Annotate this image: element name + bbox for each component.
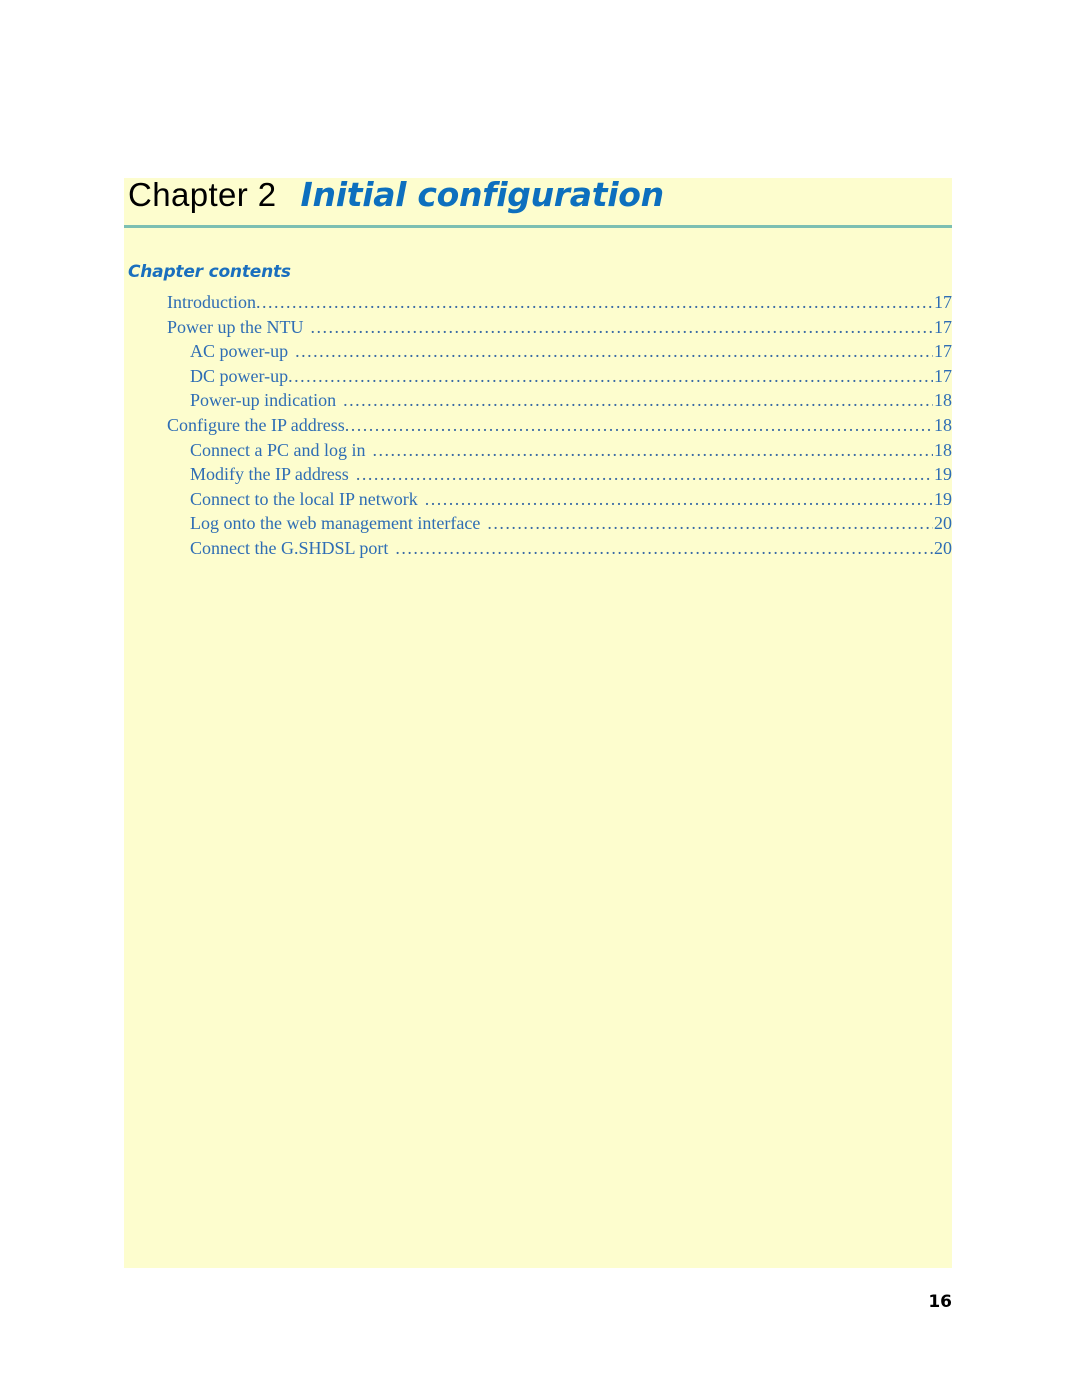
toc-entry[interactable]: Power-up indication.....................… bbox=[124, 390, 952, 415]
toc-entry-label: Introduction bbox=[167, 292, 256, 312]
toc-entry-page-number: 20 bbox=[934, 537, 952, 558]
toc-entry[interactable]: AC power-up.............................… bbox=[124, 341, 952, 366]
page-title: Initial configuration bbox=[300, 175, 665, 214]
toc-entry-label: DC power-up bbox=[190, 365, 289, 386]
toc-leader-dots: ........................................… bbox=[288, 365, 933, 386]
chapter-content-panel: Chapter 2 Initial configuration Chapter … bbox=[124, 178, 952, 1268]
toc-entry[interactable]: Log onto the web management interface...… bbox=[124, 513, 952, 538]
toc-leader-dots: ........................................… bbox=[424, 488, 933, 509]
heading-divider bbox=[124, 225, 952, 228]
toc-leader-dots: ........................................… bbox=[487, 513, 933, 534]
table-of-contents: Introduction............................… bbox=[124, 292, 952, 563]
toc-entry[interactable]: Configure the IP address................… bbox=[124, 415, 952, 440]
toc-entry[interactable]: Connect the G.SHDSL port................… bbox=[124, 538, 952, 563]
toc-entry-page-number: 17 bbox=[934, 341, 952, 362]
toc-leader-dots: ........................................… bbox=[310, 316, 933, 337]
chapter-heading: Chapter 2 Initial configuration bbox=[124, 178, 952, 224]
chapter-number-label: Chapter 2 bbox=[128, 176, 277, 213]
toc-entry-page-number: 20 bbox=[934, 513, 952, 534]
toc-entry-page-number: 19 bbox=[934, 464, 952, 485]
toc-leader-dots: ........................................… bbox=[255, 292, 933, 312]
toc-entry-page-number: 18 bbox=[934, 390, 952, 411]
toc-entry-label: Log onto the web management interface bbox=[190, 513, 481, 534]
toc-entry-page-number: 19 bbox=[934, 488, 952, 509]
toc-entry-label: AC power-up bbox=[190, 341, 289, 362]
toc-entry-page-number: 18 bbox=[934, 414, 952, 435]
toc-leader-dots: ........................................… bbox=[295, 341, 933, 362]
toc-entry-label: Configure the IP address bbox=[167, 414, 345, 435]
toc-entry-page-number: 18 bbox=[934, 439, 952, 460]
toc-entry-label: Modify the IP address bbox=[190, 464, 349, 485]
toc-entry[interactable]: Connect to the local IP network.........… bbox=[124, 489, 952, 514]
toc-entry-page-number: 17 bbox=[934, 365, 952, 386]
toc-entry-label: Connect the G.SHDSL port bbox=[190, 537, 389, 558]
toc-leader-dots: ........................................… bbox=[395, 537, 933, 558]
toc-leader-dots: ........................................… bbox=[355, 464, 933, 485]
toc-entry[interactable]: Introduction............................… bbox=[124, 292, 952, 317]
toc-entry[interactable]: Connect a PC and log in.................… bbox=[124, 440, 952, 465]
toc-entry[interactable]: Modify the IP address...................… bbox=[124, 464, 952, 489]
toc-entry-label: Connect a PC and log in bbox=[190, 439, 366, 460]
toc-leader-dots: ........................................… bbox=[343, 390, 933, 411]
toc-leader-dots: ........................................… bbox=[344, 414, 933, 435]
toc-entry-label: Connect to the local IP network bbox=[190, 488, 418, 509]
chapter-contents-heading: Chapter contents bbox=[128, 262, 291, 282]
toc-entry-label: Power-up indication bbox=[190, 390, 337, 411]
toc-entry[interactable]: Power up the NTU........................… bbox=[124, 317, 952, 342]
toc-entry-label: Power up the NTU bbox=[167, 316, 304, 337]
toc-entry-page-number: 17 bbox=[934, 316, 952, 337]
toc-leader-dots: ........................................… bbox=[372, 439, 933, 460]
toc-entry[interactable]: DC power-up.............................… bbox=[124, 366, 952, 391]
toc-entry-page-number: 17 bbox=[934, 292, 952, 312]
page-number: 16 bbox=[928, 1292, 952, 1312]
